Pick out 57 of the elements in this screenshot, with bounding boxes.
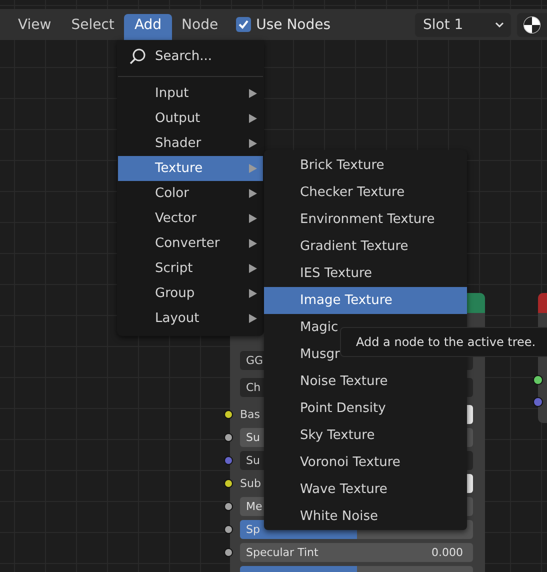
menu-item[interactable]: Wave Texture: [264, 476, 467, 503]
socket-dot[interactable]: [224, 410, 233, 419]
menu-item[interactable]: Shader: [118, 131, 263, 156]
socket-dot[interactable]: [224, 433, 233, 442]
submenu-arrow-icon: [249, 264, 257, 273]
submenu-arrow-icon: [249, 89, 257, 98]
submenu-arrow-icon: [249, 189, 257, 198]
menu-item[interactable]: Input: [118, 81, 263, 106]
submenu-arrow-icon: [249, 214, 257, 223]
search-icon: [129, 48, 146, 64]
socket-label: Bas: [240, 408, 260, 421]
socket-label: Sub: [240, 477, 261, 490]
tooltip: Add a node to the active tree.: [340, 327, 547, 357]
submenu-arrow-icon: [249, 164, 257, 173]
socket-dot[interactable]: [533, 375, 543, 385]
header-menu[interactable]: Add: [124, 14, 172, 40]
menu-item[interactable]: Brick Texture: [264, 152, 467, 179]
menu-item[interactable]: Environment Texture: [264, 206, 467, 233]
menu-item[interactable]: Layout: [118, 306, 263, 331]
menu-item[interactable]: Output: [118, 106, 263, 131]
menu-item[interactable]: Image Texture: [264, 287, 467, 314]
socket-dot[interactable]: [224, 548, 233, 557]
socket-dot[interactable]: [224, 502, 233, 511]
submenu-arrow-icon: [249, 314, 257, 323]
menu-item[interactable]: Sky Texture: [264, 422, 467, 449]
slot-dropdown[interactable]: Slot 1: [415, 12, 511, 36]
menu-item[interactable]: Noise Texture: [264, 368, 467, 395]
menu-item[interactable]: Converter: [118, 231, 263, 256]
menu-item[interactable]: Vector: [118, 206, 263, 231]
menu-item[interactable]: Group: [118, 281, 263, 306]
socket-dot[interactable]: [224, 456, 233, 465]
menu-item[interactable]: Checker Texture: [264, 179, 467, 206]
socket-dot[interactable]: [224, 525, 233, 534]
socket-dot[interactable]: [533, 397, 543, 407]
menu-item[interactable]: IES Texture: [264, 260, 467, 287]
header-menu[interactable]: Select: [61, 9, 124, 40]
menu-item[interactable]: Color: [118, 181, 263, 206]
submenu-arrow-icon: [249, 239, 257, 248]
menu-item[interactable]: Voronoi Texture: [264, 449, 467, 476]
checkbox[interactable]: [236, 17, 252, 32]
shading-button[interactable]: [517, 12, 547, 36]
menu-item[interactable]: Point Density: [264, 395, 467, 422]
submenu-arrow-icon: [249, 139, 257, 148]
checkbox-label: Use Nodes: [256, 16, 331, 32]
search-item[interactable]: Search...: [118, 43, 263, 69]
header-menu[interactable]: Node: [172, 9, 228, 40]
header-menu[interactable]: View: [8, 9, 62, 40]
menu-item[interactable]: White Noise: [264, 503, 467, 530]
menu-item[interactable]: Script: [118, 256, 263, 281]
menu-item[interactable]: Texture: [118, 156, 263, 181]
sphere-icon: [523, 16, 541, 34]
submenu-arrow-icon: [249, 114, 257, 123]
menu-item[interactable]: Gradient Texture: [264, 233, 467, 260]
socket-dot[interactable]: [224, 479, 233, 488]
chevron-icon: [495, 22, 504, 28]
value-slider[interactable]: Specular Tint 0.000: [240, 543, 473, 562]
submenu-arrow-icon: [249, 289, 257, 298]
